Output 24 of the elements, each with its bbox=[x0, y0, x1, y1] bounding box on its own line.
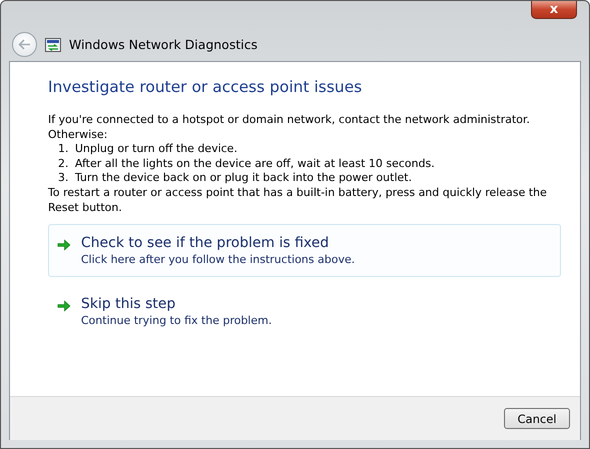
step-text: Turn the device back on or plug it back into the power outlet. bbox=[75, 171, 412, 186]
back-button[interactable] bbox=[12, 32, 37, 57]
network-icon bbox=[45, 38, 61, 52]
step-number: 2. bbox=[58, 156, 70, 172]
cancel-button[interactable]: Cancel bbox=[504, 408, 570, 429]
arrow-icon bbox=[57, 239, 71, 252]
step-number: 1. bbox=[58, 142, 70, 157]
window-title: Windows Network Diagnostics bbox=[69, 37, 258, 52]
command-link[interactable]: Check to see if the problem is fixed Click here after you follow the instructions above. bbox=[48, 224, 561, 278]
command-link-description: Continue trying to fix the problem. bbox=[81, 314, 272, 328]
command-link-title: Skip this step bbox=[81, 296, 176, 312]
arrow-icon bbox=[57, 300, 71, 312]
command-link-title: Check to see if the problem is fixed bbox=[81, 235, 330, 252]
heading: Investigate router or access point issues bbox=[48, 78, 363, 96]
close-button[interactable]: x bbox=[531, 1, 577, 19]
step-number: 3. bbox=[58, 171, 70, 186]
command-link[interactable]: Skip this step Continue trying to fix the problem. bbox=[48, 285, 561, 338]
step-text: After all the lights on the device are off, wait at least 10 seconds. bbox=[75, 156, 435, 172]
command-link-description: Click here after you follow the instructions above. bbox=[81, 253, 355, 266]
instruction-text: Otherwise: bbox=[48, 128, 108, 142]
note-text: To restart a router or access point that has a built-in battery, press and quickly release the Reset button. bbox=[48, 186, 548, 216]
back-arrow-icon bbox=[18, 39, 31, 50]
step-text: Unplug or turn off the device. bbox=[75, 142, 238, 157]
instruction-text: If you're connected to a hotspot or domain network, contact the network administrator. bbox=[48, 113, 531, 128]
